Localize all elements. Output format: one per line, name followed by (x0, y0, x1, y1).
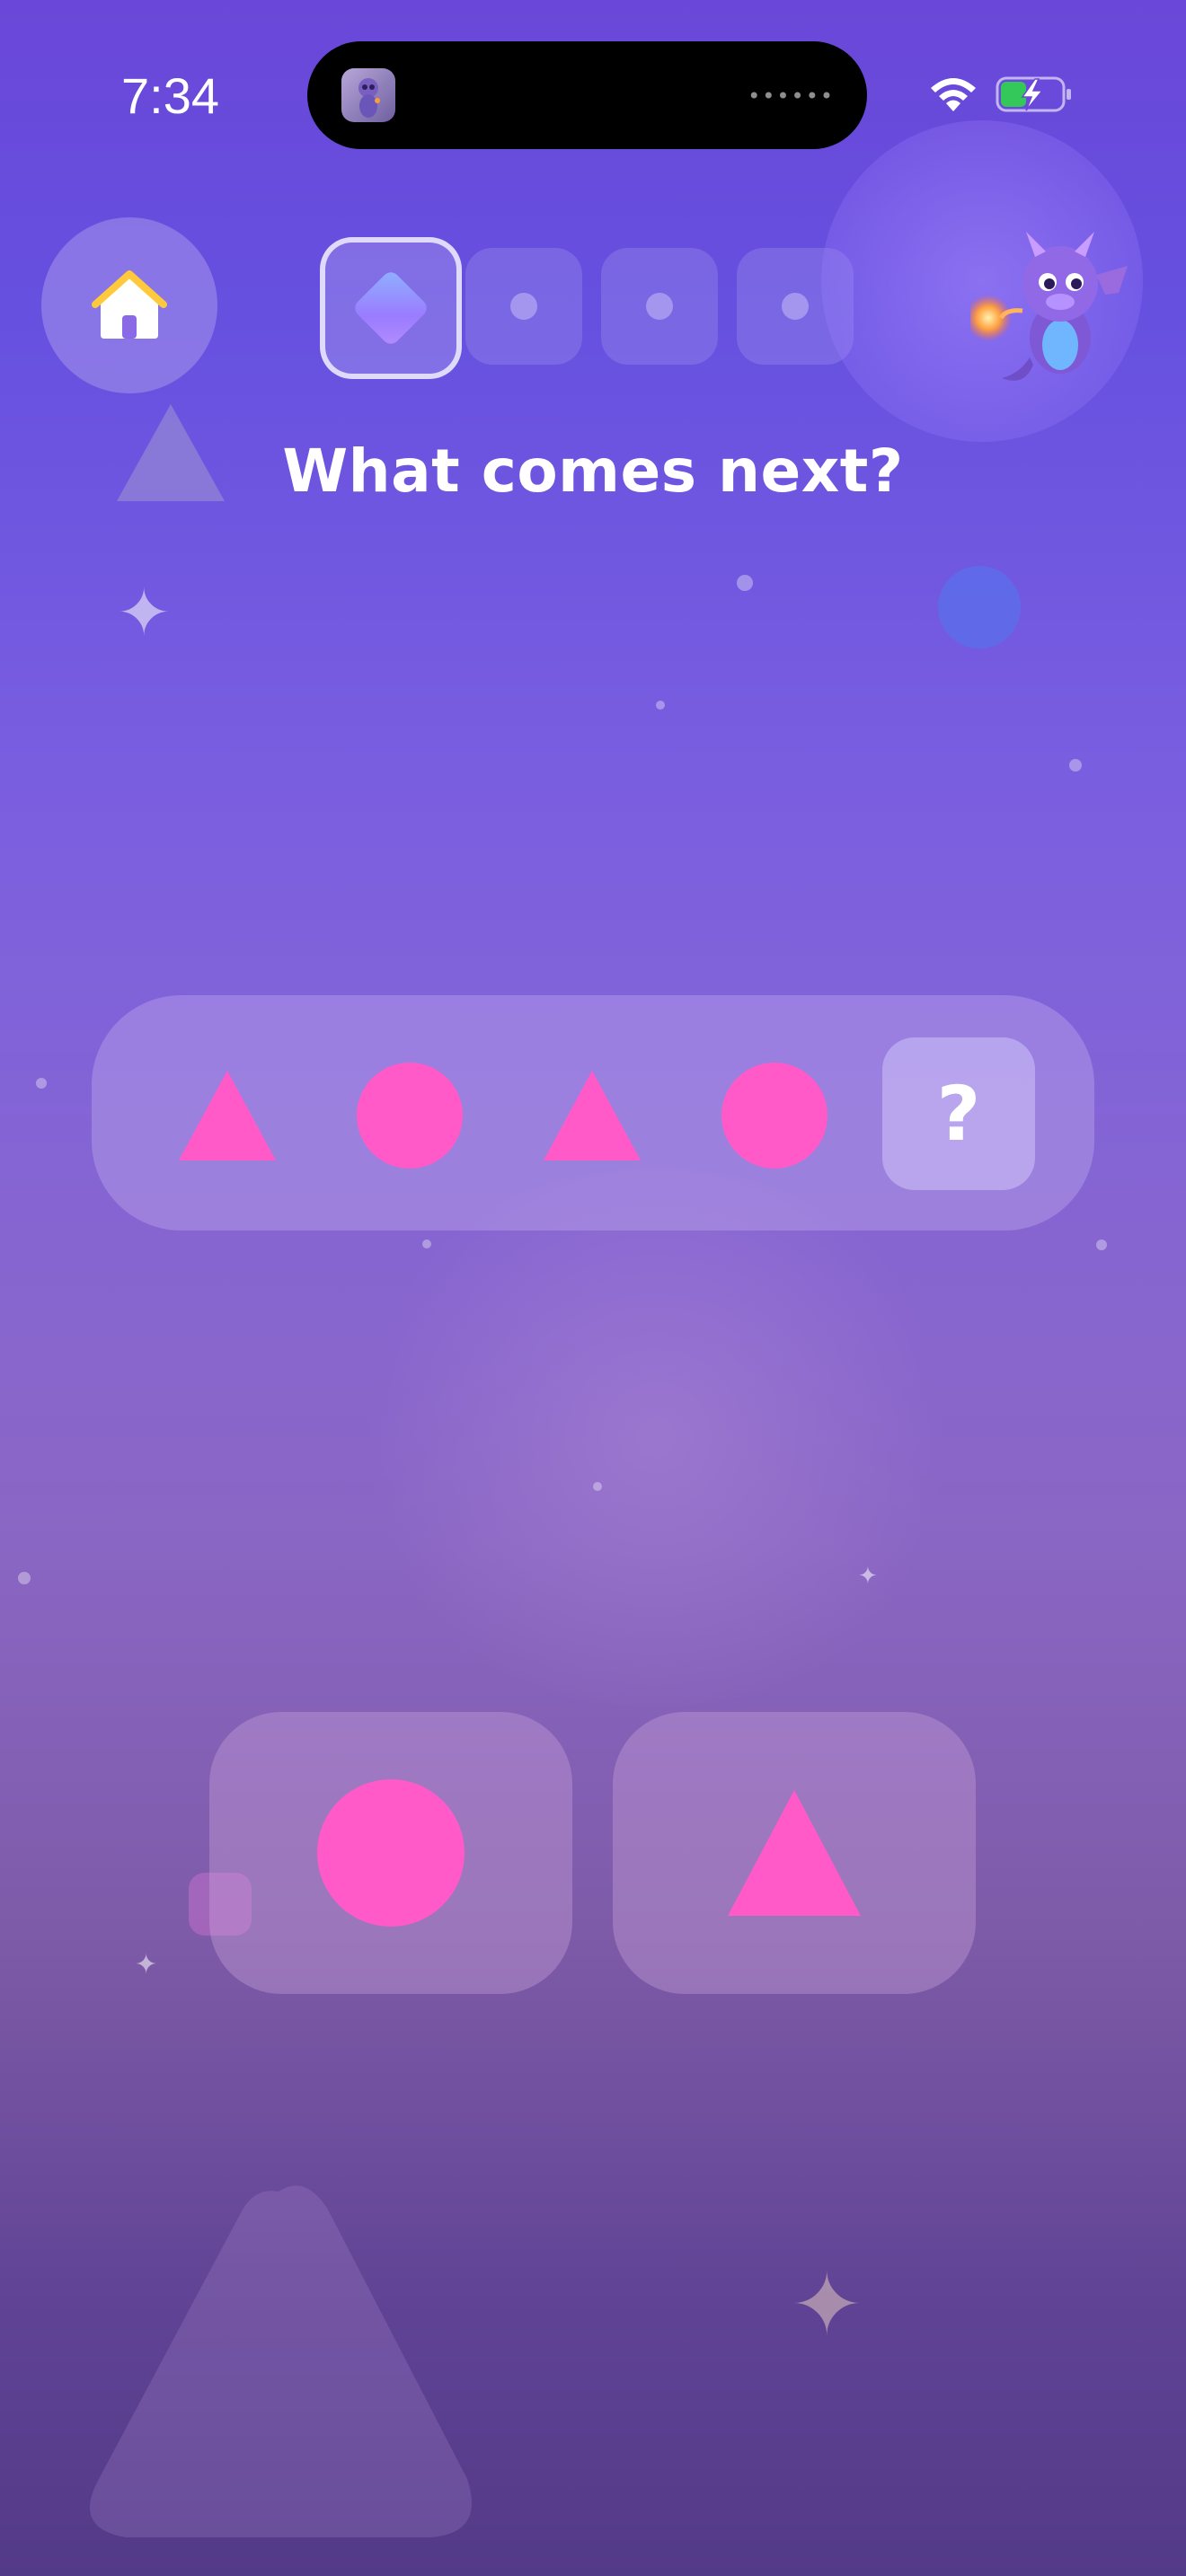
triangle-shape (179, 1071, 276, 1160)
circle-shape (357, 1063, 463, 1169)
sequence-triangle (538, 1062, 646, 1169)
sequence-circle (356, 1062, 464, 1169)
progress-step (601, 248, 718, 365)
question-title: What comes next? (282, 437, 904, 506)
triangle-decoration (90, 2185, 472, 2537)
triangle-shape (544, 1071, 641, 1160)
unknown-slot: ? (882, 1037, 1035, 1190)
question-mark: ? (936, 1070, 981, 1158)
progress-step-current (320, 237, 462, 379)
progress-step (465, 248, 582, 365)
sequence-circle (721, 1062, 828, 1169)
island-indicator: •••••• (748, 84, 835, 109)
triangle-shape (728, 1790, 861, 1916)
bubble-decoration (938, 566, 1021, 648)
app-icon (341, 68, 395, 122)
house-icon (92, 270, 167, 339)
status-time: 7:34 (121, 67, 219, 124)
pattern-sequence: ? (92, 995, 1094, 1231)
circle-shape (721, 1063, 828, 1169)
answer-triangle-button[interactable] (613, 1712, 976, 1994)
wifi-icon (931, 78, 976, 111)
home-button[interactable] (41, 217, 217, 393)
sequence-triangle (173, 1062, 281, 1169)
dynamic-island: •••••• (307, 41, 867, 149)
circle-shape (317, 1779, 465, 1927)
answer-circle-button[interactable] (209, 1712, 572, 1994)
dragon-mascot (970, 232, 1128, 381)
diamond-icon (351, 269, 430, 348)
battery-charging-icon (996, 76, 1071, 112)
